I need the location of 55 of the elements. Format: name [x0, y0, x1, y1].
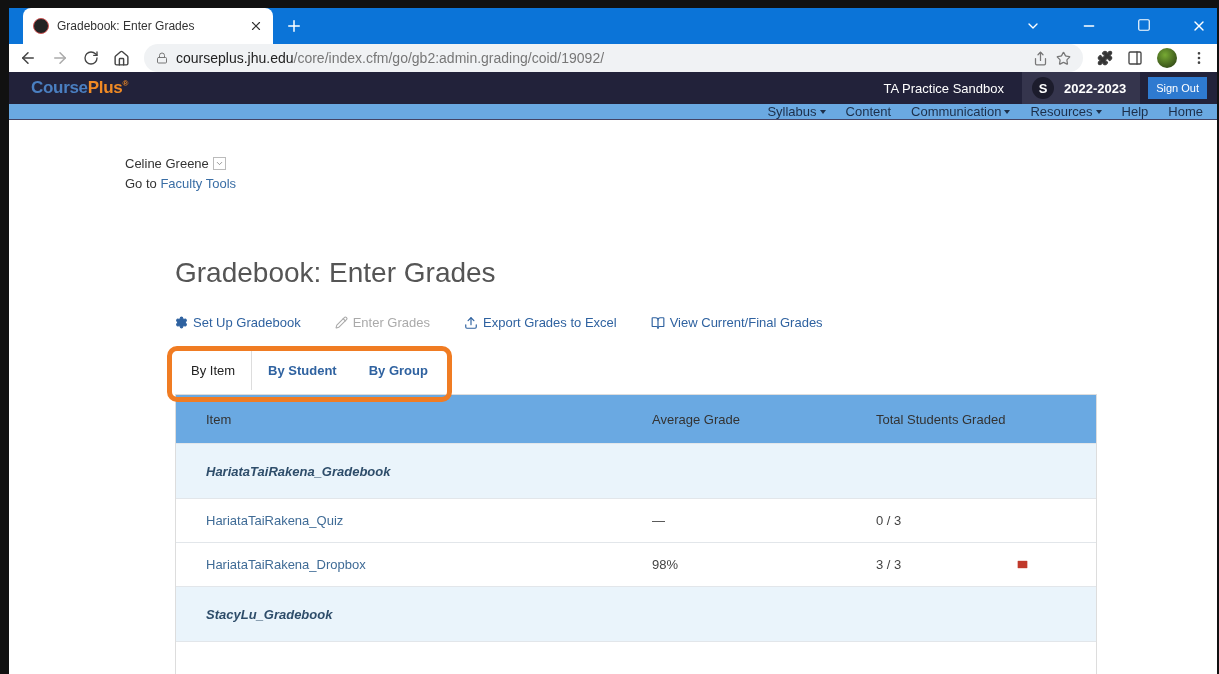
book-icon [650, 315, 665, 330]
new-tab-icon[interactable] [285, 17, 303, 35]
close-icon[interactable] [249, 19, 263, 33]
side-panel-icon[interactable] [1127, 50, 1143, 66]
graded-count: 0 / 3 [876, 513, 903, 528]
academic-year: 2022-2023 [1064, 80, 1127, 96]
gradebook-group: StacyLu_Gradebook [206, 606, 652, 622]
maximize-icon[interactable] [1137, 18, 1151, 32]
graded-count: 3 / 3 [876, 557, 903, 572]
page-title: Gradebook: Enter Grades [175, 257, 497, 289]
average-grade: — [652, 513, 666, 528]
courseplus-logo[interactable]: CoursePlus$^{®}$ [31, 78, 129, 98]
goto-text: Go to Faculty Tools [125, 176, 238, 191]
profile-icon[interactable] [1157, 48, 1177, 68]
action-link[interactable]: Export Grades to Excel [464, 315, 617, 330]
address-bar[interactable]: courseplus.jhu.edu/core/index.cfm/go/gb2:admin.grading/coid/19092/ [144, 44, 1083, 72]
share-icon[interactable] [1033, 50, 1048, 66]
caret-icon [1004, 109, 1011, 114]
nav-link[interactable]: Home [1168, 104, 1203, 119]
back-icon[interactable] [19, 49, 37, 67]
nav-link[interactable]: Communication [911, 104, 1011, 119]
column-header: Item [206, 411, 233, 427]
extensions-icon[interactable] [1097, 50, 1113, 66]
url-text: courseplus.jhu.edu/core/index.cfm/go/gb2:admin.grading/coid/19092/ [176, 50, 605, 66]
average-grade: 98% [652, 557, 680, 572]
user-name: Celine Greene [125, 156, 209, 171]
column-header: Total Students Graded [876, 411, 1007, 427]
item-link[interactable]: HariataTaiRakena_Dropbox [206, 557, 652, 572]
chevron-icon [214, 159, 224, 168]
nav-link[interactable]: Syllabus [767, 104, 826, 119]
star-icon[interactable] [1056, 50, 1071, 66]
export-icon [464, 315, 478, 330]
caret-icon [819, 109, 826, 114]
nav-link[interactable]: Help [1121, 104, 1149, 119]
dropdown-toggle[interactable] [212, 157, 226, 170]
faculty-tools-link[interactable]: Faculty Tools [160, 176, 237, 191]
action-link[interactable]: Set Up Gradebook [175, 315, 301, 330]
caret-icon [1095, 109, 1102, 114]
course-name: TA Practice Sandbox [883, 80, 1004, 96]
avatar: S [1032, 77, 1054, 99]
reload-icon[interactable] [83, 50, 99, 66]
nav-link[interactable]: Resources [1030, 104, 1102, 119]
gear-icon [175, 316, 188, 329]
pencil-icon [334, 316, 348, 329]
lock-icon [156, 52, 168, 64]
sign-out-button[interactable]: Sign Out [1148, 77, 1207, 99]
browser-tab[interactable]: Gradebook: Enter Grades [23, 8, 273, 44]
action-link[interactable]: View Current/Final Grades [650, 315, 823, 330]
gradebook-group: HariataTaiRakena_Gradebook [206, 463, 652, 479]
home-icon[interactable] [113, 49, 130, 67]
nav-link[interactable]: Content [845, 104, 892, 119]
item-link[interactable]: HariataTaiRakena_Quiz [206, 513, 652, 528]
mail-icon[interactable] [1016, 558, 1029, 571]
favicon-icon [33, 18, 49, 34]
column-header: Average Grade [652, 411, 741, 427]
